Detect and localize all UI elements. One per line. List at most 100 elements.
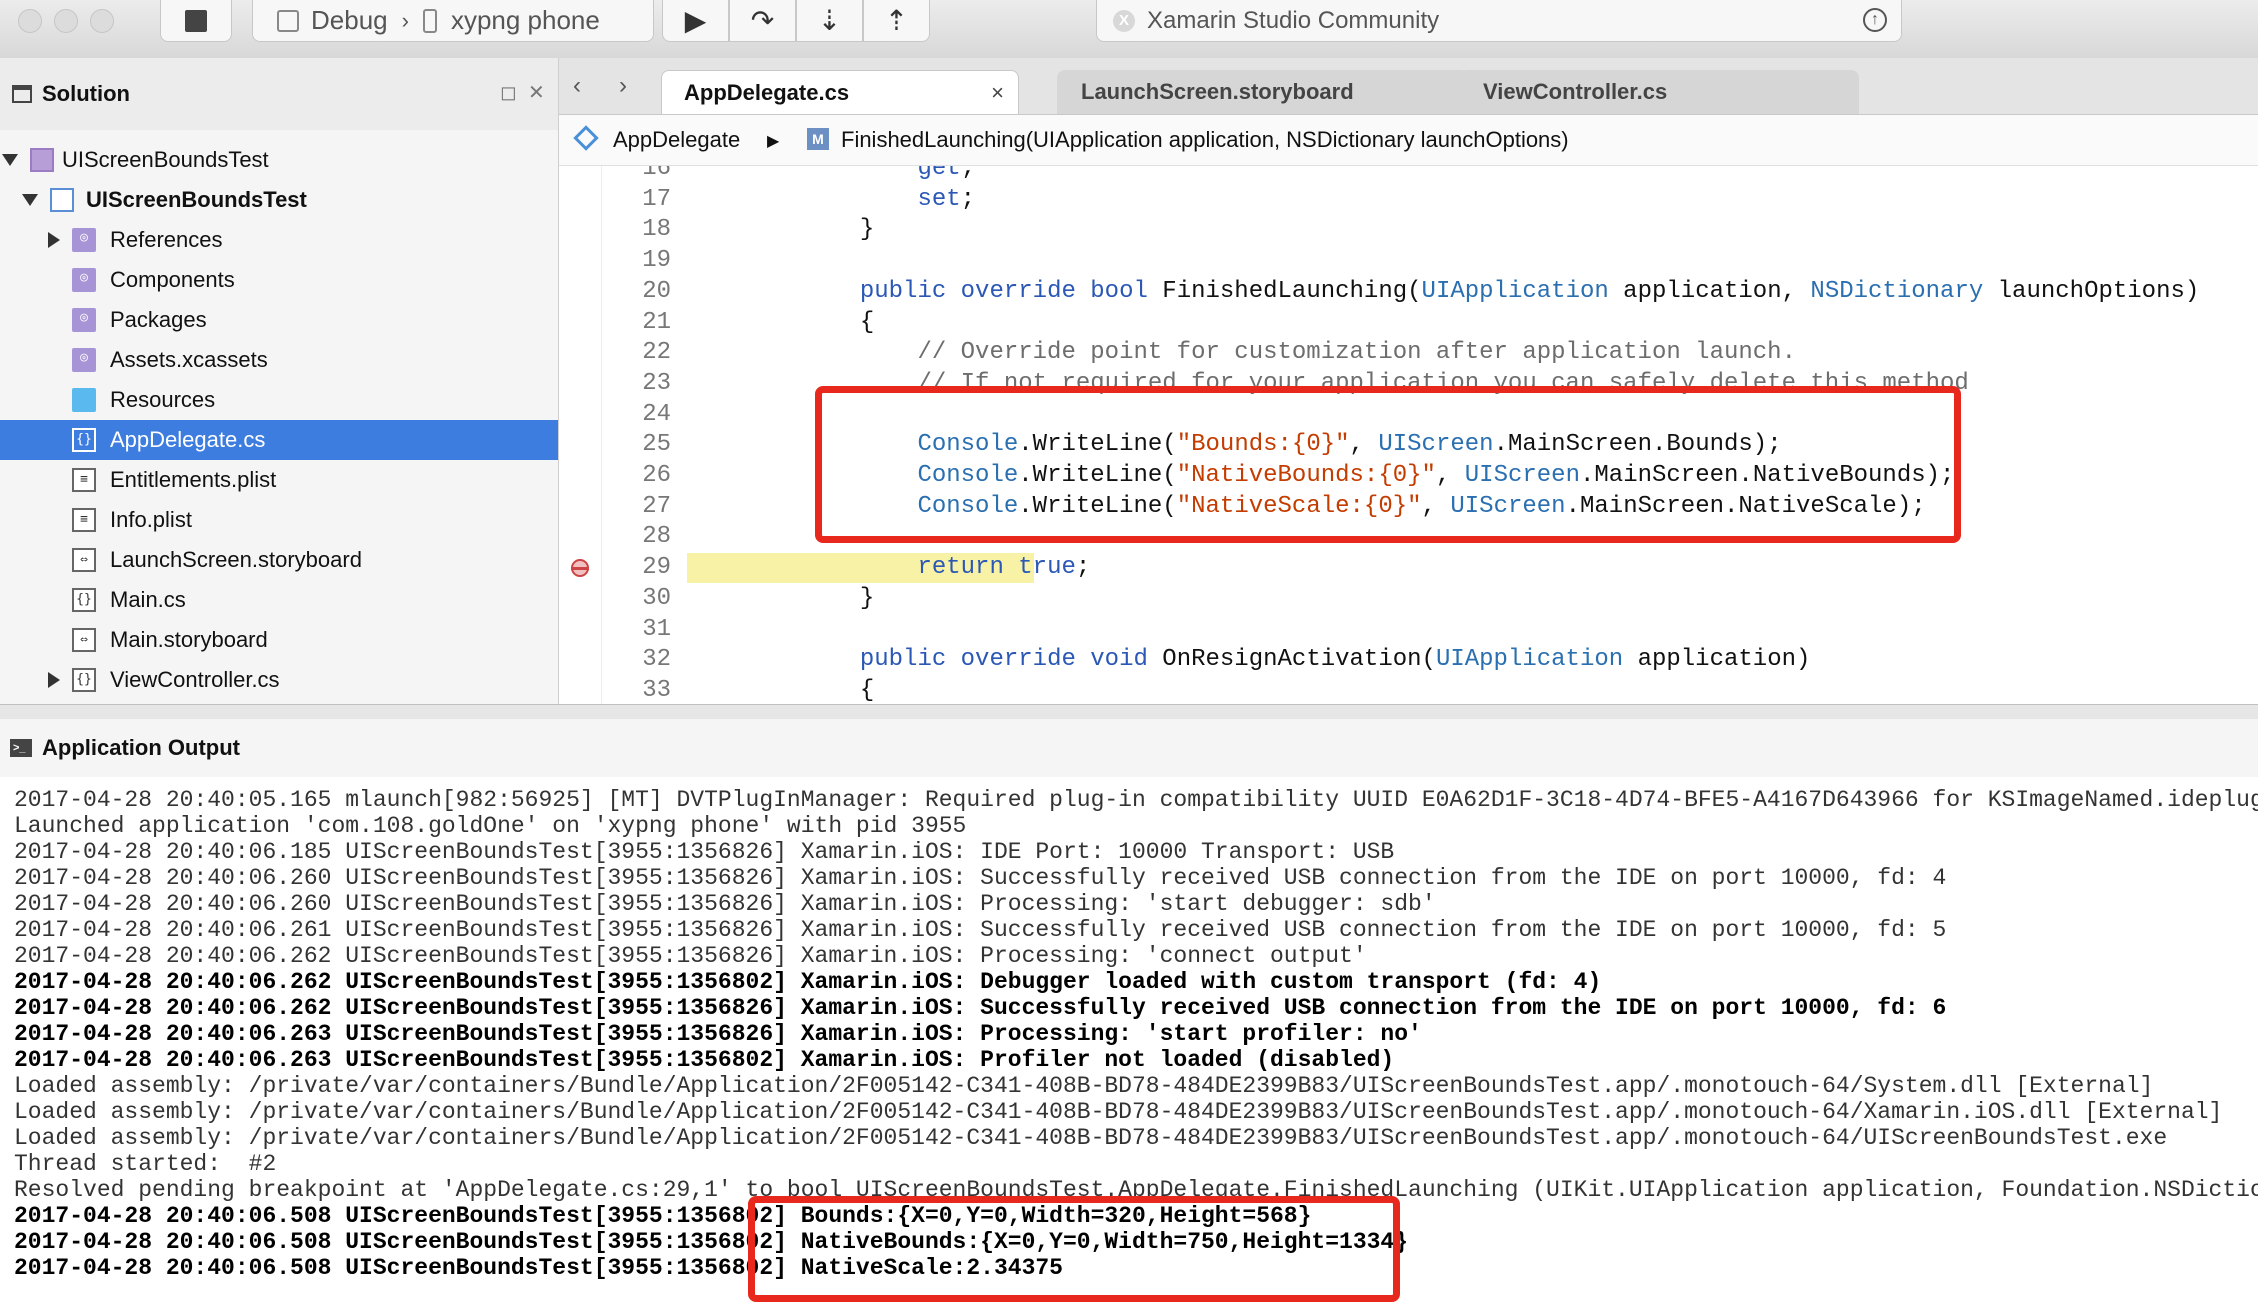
output-line: 2017-04-28 20:40:06.261 UIScreenBoundsTe… <box>14 917 1947 943</box>
breadcrumb-method[interactable]: FinishedLaunching(UIApplication applicat… <box>841 127 1569 153</box>
dock-icon[interactable]: ◻ <box>500 80 517 105</box>
code-line[interactable]: 32 public override void OnResignActivati… <box>559 645 2258 675</box>
output-line: 2017-04-28 20:40:06.262 UIScreenBoundsTe… <box>14 995 1947 1021</box>
output-pad-header: >_ Application Output <box>0 719 2258 777</box>
code-text: return true; <box>917 554 1091 582</box>
tree-item-maincs[interactable]: {} Main.cs <box>0 580 558 620</box>
close-icon[interactable]: ✕ <box>528 80 545 105</box>
storyboard-file-icon: ⇔ <box>72 548 96 572</box>
code-line[interactable]: 21 { <box>559 308 2258 338</box>
breakpoint-icon[interactable] <box>571 559 589 578</box>
pane-splitter[interactable] <box>0 704 2258 720</box>
tree-item-components[interactable]: ◎ Components <box>0 260 558 300</box>
code-text: // Override point for customization afte… <box>917 339 1796 367</box>
nav-back-icon[interactable]: ‹ <box>573 72 581 100</box>
tab-label: LaunchScreen.storyboard <box>1081 79 1354 104</box>
tree-item-label: LaunchScreen.storyboard <box>110 547 362 572</box>
class-icon <box>573 125 599 151</box>
minimize-window-button[interactable] <box>54 9 78 33</box>
chevron-down-icon[interactable] <box>22 194 38 206</box>
code-line[interactable]: 16 get; <box>559 166 2258 184</box>
packages-folder-icon: ◎ <box>72 308 96 332</box>
code-line[interactable]: 17 set; <box>559 185 2258 215</box>
plist-file-icon: ≡ <box>72 508 96 532</box>
tree-item-label: Assets.xcassets <box>110 347 268 372</box>
step-into-icon: ⇣ <box>817 5 842 36</box>
tree-item-packages[interactable]: ◎ Packages <box>0 300 558 340</box>
output-line: 2017-04-28 20:40:06.262 UIScreenBoundsTe… <box>14 943 1367 969</box>
tree-item-label: Entitlements.plist <box>110 467 277 492</box>
code-line[interactable]: 20 public override bool FinishedLaunchin… <box>559 277 2258 307</box>
output-line: Loaded assembly: /private/var/containers… <box>14 1073 2154 1099</box>
code-text: set; <box>917 185 976 213</box>
tree-item-assets[interactable]: ◎ Assets.xcassets <box>0 340 558 380</box>
zoom-window-button[interactable] <box>90 9 114 33</box>
output-line: 2017-04-28 20:40:06.262 UIScreenBoundsTe… <box>14 969 1602 995</box>
chevron-right-icon[interactable] <box>48 232 60 248</box>
folder-icon <box>72 388 96 412</box>
close-window-button[interactable] <box>18 9 42 33</box>
close-tab-icon[interactable]: × <box>991 80 1004 106</box>
step-over-icon: ↷ <box>750 5 775 36</box>
line-number: 30 <box>642 584 671 612</box>
tree-item-label: AppDelegate.cs <box>110 427 266 452</box>
stop-icon <box>185 9 207 32</box>
stop-button[interactable] <box>160 0 232 42</box>
nav-forward-icon[interactable]: › <box>619 72 627 100</box>
play-icon: ▶ <box>684 5 707 36</box>
line-number: 23 <box>642 369 671 397</box>
line-number: 32 <box>642 646 671 674</box>
tab-appdelegate[interactable]: AppDelegate.cs × <box>661 70 1019 114</box>
code-text: } <box>687 584 875 612</box>
tree-item-viewcontroller[interactable]: {} ViewController.cs <box>0 660 558 700</box>
step-over-button[interactable]: ↷ <box>729 0 796 42</box>
tree-item-infoplist[interactable]: ≡ Info.plist <box>0 500 558 540</box>
line-number: 21 <box>642 308 671 336</box>
code-line[interactable]: 33 { <box>559 676 2258 704</box>
tree-item-label: Components <box>110 267 235 292</box>
solution-icon <box>30 148 54 172</box>
output-line: 2017-04-28 20:40:06.260 UIScreenBoundsTe… <box>14 891 1436 917</box>
tab-viewcontroller[interactable]: ViewController.cs <box>1459 70 1859 114</box>
code-line[interactable]: 19 <box>559 246 2258 276</box>
tree-item-launchscreen[interactable]: ⇔ LaunchScreen.storyboard <box>0 540 558 580</box>
chevron-right-icon: › <box>401 7 409 33</box>
continue-button[interactable]: ▶ <box>662 0 729 42</box>
tree-item-entitlements[interactable]: ≡ Entitlements.plist <box>0 460 558 500</box>
code-text: { <box>687 308 875 336</box>
code-line[interactable]: 29 return true; <box>559 553 2258 584</box>
solution-pad-icon <box>12 85 32 103</box>
tree-item-mainstoryboard[interactable]: ⇔ Main.storyboard <box>0 620 558 660</box>
line-number: 19 <box>642 247 671 275</box>
line-number: 20 <box>642 277 671 305</box>
configuration-icon <box>277 9 299 32</box>
step-into-button[interactable]: ⇣ <box>796 0 863 42</box>
tree-item-references[interactable]: ◎ References <box>0 220 558 260</box>
output-line: Thread started: #2 <box>14 1151 277 1177</box>
code-line[interactable]: 31 <box>559 615 2258 645</box>
chevron-right-icon[interactable] <box>48 672 60 688</box>
code-line[interactable]: 18 } <box>559 215 2258 245</box>
main-toolbar: Debug › xypng phone ▶ ↷ ⇣ ⇡ X Xamarin St… <box>0 0 2258 59</box>
tree-item-solution[interactable]: UIScreenBoundsTest <box>0 140 558 180</box>
code-text: public override void OnResignActivation(… <box>859 646 1811 674</box>
tree-item-project[interactable]: UIScreenBoundsTest <box>0 180 558 220</box>
components-folder-icon: ◎ <box>72 268 96 292</box>
line-number: 22 <box>642 339 671 367</box>
run-configuration-selector[interactable]: Debug › xypng phone <box>252 0 654 42</box>
tree-item-resources[interactable]: Resources <box>0 380 558 420</box>
code-line[interactable]: 30 } <box>559 584 2258 614</box>
tab-label: ViewController.cs <box>1483 79 1668 104</box>
tab-launchscreen[interactable]: LaunchScreen.storyboard <box>1057 70 1469 114</box>
breadcrumb-class[interactable]: AppDelegate <box>613 127 740 153</box>
line-number: 33 <box>642 676 671 704</box>
output-line: 2017-04-28 20:40:05.165 mlaunch[982:5692… <box>14 787 2258 813</box>
step-out-button[interactable]: ⇡ <box>863 0 930 42</box>
code-line[interactable]: 22 // Override point for customization a… <box>559 338 2258 368</box>
tree-item-appdelegate[interactable]: {} AppDelegate.cs <box>0 420 558 460</box>
cs-file-icon: {} <box>72 428 96 452</box>
output-line: Loaded assembly: /private/var/containers… <box>14 1099 2223 1125</box>
chevron-down-icon[interactable] <box>2 154 18 166</box>
tree-item-label: Main.cs <box>110 587 186 612</box>
updates-icon[interactable]: ↑ <box>1863 8 1887 32</box>
